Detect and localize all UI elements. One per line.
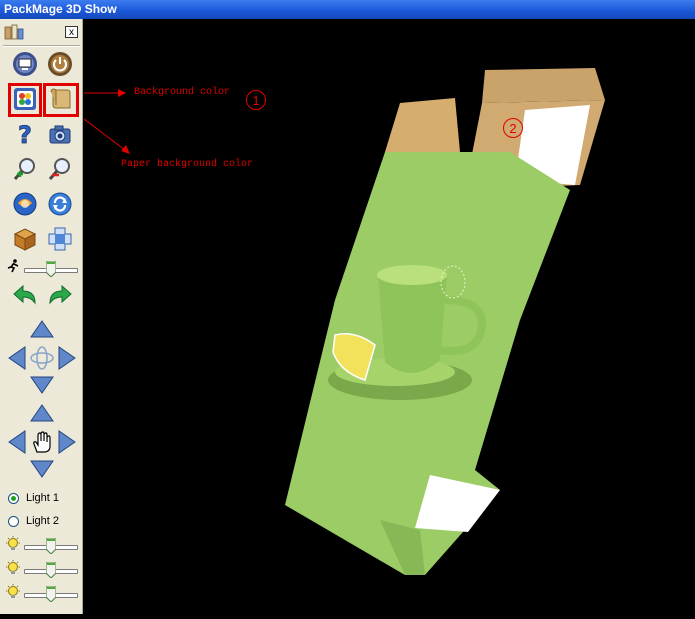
zoom-in-icon [13,158,35,180]
divider [3,45,80,47]
box-view-button[interactable] [10,224,40,254]
globe-icon [13,192,37,216]
speed-slider[interactable] [24,261,78,277]
rotate-left-icon [13,284,36,305]
light-1-option[interactable]: Light 1 [8,489,59,507]
bulb-icon [6,584,20,598]
pan-down-button[interactable] [28,456,56,482]
light-2-option[interactable]: Light 2 [8,512,59,530]
background-color-highlight [8,83,42,117]
brightness-slider-2[interactable] [24,562,78,578]
orbit-icon [30,346,54,370]
rotate-up-button[interactable] [28,316,56,342]
monitor-icon [13,52,37,76]
brightness-slider-3[interactable] [24,586,78,602]
rotate-left-small-button[interactable] [6,344,28,372]
window-title-bar: PackMage 3D Show [0,0,695,19]
slider-thumb[interactable] [46,538,56,554]
slider-thumb[interactable] [46,562,56,578]
exit-button[interactable] [45,49,75,79]
running-man-icon [7,259,19,273]
display-button[interactable] [10,49,40,79]
help-button[interactable]: ? [10,119,40,149]
window-title: PackMage 3D Show [4,2,117,16]
triangle-down-icon [30,376,54,394]
tool-palette: x ? Light 1 Light 2 [0,19,83,614]
pan-up-button[interactable] [28,400,56,426]
marker-1: 1 [246,90,266,110]
3d-viewport[interactable] [84,19,695,614]
rotate-down-button[interactable] [28,372,56,398]
triangle-down-icon [30,460,54,478]
palette-close-button[interactable]: x [65,26,78,38]
slider-thumb[interactable] [46,586,56,602]
bulb-icon [6,536,20,550]
light-2-label: Light 2 [26,515,60,527]
unfold-view-button[interactable] [45,224,75,254]
rotate-right-button[interactable] [45,280,75,310]
marker-2: 2 [503,118,523,138]
paper-background-color-annotation: Paper background color [121,159,254,170]
background-color-annotation: Background color [134,87,231,98]
rotate-left-button[interactable] [10,280,40,310]
bulb-icon [6,560,20,574]
rotation-center[interactable] [28,344,56,372]
screenshot-button[interactable] [45,119,75,149]
pan-hand[interactable] [28,428,56,456]
triangle-up-icon [30,320,54,338]
light-1-label: Light 1 [26,492,60,504]
light-1-radio[interactable] [8,492,19,504]
zoom-in-button[interactable] [10,154,40,184]
rotate-right-small-button[interactable] [56,344,78,372]
paper-background-color-highlight [43,83,79,117]
question-mark-icon: ? [18,121,33,147]
svg-text:?: ? [18,121,32,147]
annotation-arrows [84,89,130,154]
zoom-out-button[interactable] [45,154,75,184]
brightness-slider-1[interactable] [24,538,78,554]
rotate-right-icon [49,284,72,305]
power-icon [48,52,72,76]
triangle-right-icon [58,346,76,370]
fold-button[interactable] [10,189,40,219]
box-icon [13,228,37,251]
triangle-up-icon [30,404,54,422]
palette-header: x [0,23,83,41]
app-logo-icon [4,24,24,40]
zoom-out-icon [48,158,70,180]
flat-box-icon [48,227,72,251]
triangle-right-icon [58,430,76,454]
pan-right-button[interactable] [56,428,78,456]
triangle-left-icon [8,346,26,370]
refresh-button[interactable] [45,189,75,219]
triangle-left-icon [8,430,26,454]
hand-icon [33,431,51,453]
slider-thumb[interactable] [46,261,56,277]
camera-icon [49,125,71,144]
pan-left-button[interactable] [6,428,28,456]
refresh-icon [48,192,72,216]
light-2-radio[interactable] [8,515,19,527]
